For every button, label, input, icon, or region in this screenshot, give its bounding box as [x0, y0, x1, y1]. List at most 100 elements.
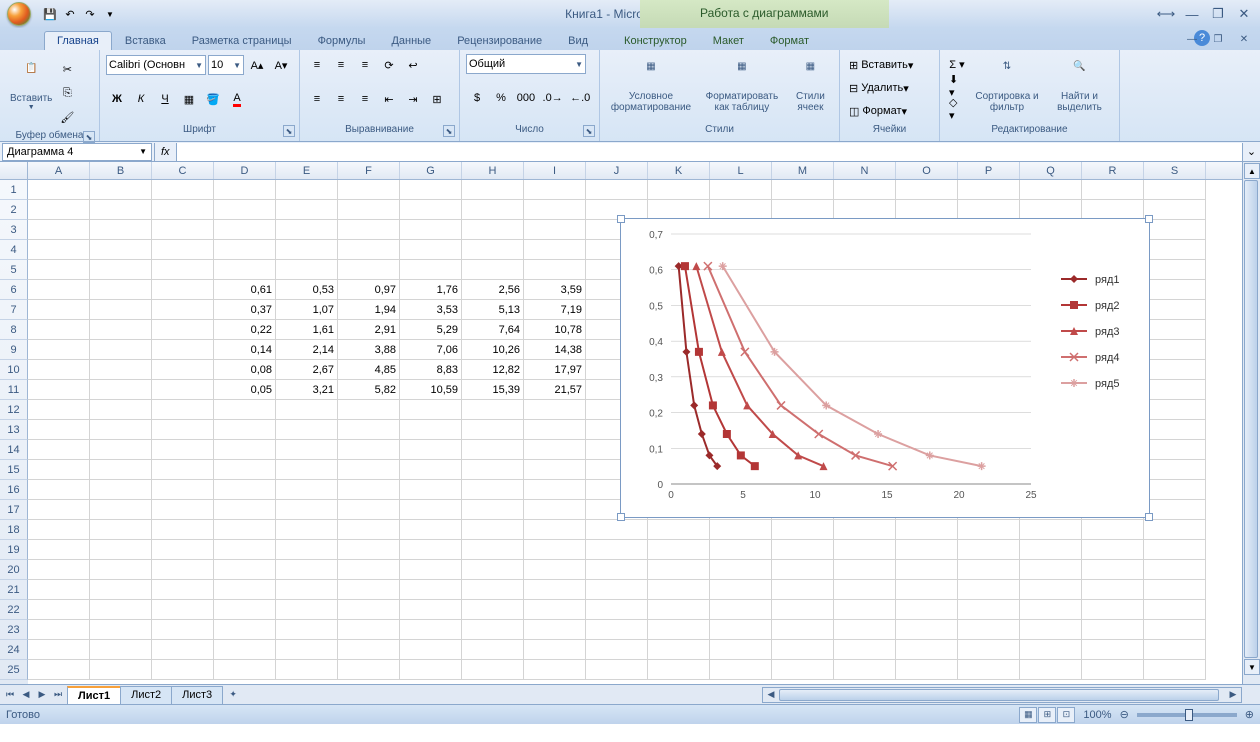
cell[interactable] — [28, 280, 90, 300]
cut-icon[interactable]: ✂ — [56, 58, 78, 80]
horizontal-scrollbar[interactable]: ◀ ▶ — [762, 687, 1242, 703]
align-bottom-icon[interactable]: ≡ — [354, 54, 376, 76]
row-header[interactable]: 14 — [0, 440, 28, 460]
column-header[interactable]: M — [772, 162, 834, 179]
cell[interactable] — [834, 620, 896, 640]
column-header[interactable]: O — [896, 162, 958, 179]
cell[interactable] — [276, 500, 338, 520]
cell[interactable] — [710, 600, 772, 620]
cell[interactable] — [90, 380, 152, 400]
cell[interactable] — [276, 580, 338, 600]
sheet-tab[interactable]: Лист1 — [67, 686, 121, 704]
cell[interactable] — [1020, 560, 1082, 580]
cell[interactable] — [1144, 540, 1206, 560]
cell[interactable] — [1144, 560, 1206, 580]
office-button[interactable] — [0, 0, 38, 28]
page-break-view-icon[interactable]: ⊡ — [1057, 707, 1075, 723]
cell[interactable] — [1020, 180, 1082, 200]
decrease-decimal-icon[interactable]: ←.0 — [567, 87, 593, 109]
row-header[interactable]: 7 — [0, 300, 28, 320]
cell[interactable] — [338, 520, 400, 540]
cell[interactable] — [338, 660, 400, 680]
cell[interactable] — [834, 540, 896, 560]
format-as-table-button[interactable]: ▦Форматировать как таблицу — [696, 54, 788, 120]
cell[interactable] — [152, 540, 214, 560]
cell[interactable] — [462, 400, 524, 420]
cell[interactable] — [524, 440, 586, 460]
cell[interactable] — [834, 200, 896, 220]
save-icon[interactable]: 💾 — [42, 6, 58, 22]
row-header[interactable]: 22 — [0, 600, 28, 620]
row-header[interactable]: 1 — [0, 180, 28, 200]
row-header[interactable]: 19 — [0, 540, 28, 560]
currency-icon[interactable]: $ — [466, 87, 488, 109]
cell[interactable] — [400, 580, 462, 600]
column-header[interactable]: A — [28, 162, 90, 179]
cell[interactable] — [710, 200, 772, 220]
cell[interactable] — [462, 220, 524, 240]
cell[interactable]: 10,59 — [400, 380, 462, 400]
cell[interactable] — [28, 360, 90, 380]
cell[interactable] — [648, 620, 710, 640]
cell[interactable] — [524, 260, 586, 280]
cell[interactable] — [28, 540, 90, 560]
expand-formula-bar-icon[interactable]: ⌄ — [1242, 143, 1260, 161]
cell[interactable]: 1,07 — [276, 300, 338, 320]
cell[interactable] — [28, 320, 90, 340]
cell[interactable] — [1144, 520, 1206, 540]
font-color-icon[interactable]: A — [226, 88, 248, 110]
cell[interactable] — [90, 540, 152, 560]
cell[interactable]: 0,22 — [214, 320, 276, 340]
cell[interactable] — [896, 560, 958, 580]
cell[interactable] — [276, 460, 338, 480]
cell[interactable]: 2,14 — [276, 340, 338, 360]
cell[interactable] — [276, 260, 338, 280]
cell[interactable] — [400, 400, 462, 420]
cell[interactable] — [710, 520, 772, 540]
cell[interactable] — [648, 200, 710, 220]
cell[interactable] — [152, 260, 214, 280]
cell[interactable] — [1144, 300, 1206, 320]
cell[interactable]: 2,67 — [276, 360, 338, 380]
cell[interactable] — [400, 460, 462, 480]
cell[interactable] — [462, 240, 524, 260]
cell[interactable] — [338, 480, 400, 500]
cell[interactable] — [462, 180, 524, 200]
cell[interactable] — [152, 240, 214, 260]
cell[interactable] — [462, 200, 524, 220]
launcher-icon[interactable]: ⬊ — [443, 125, 455, 137]
cell[interactable]: 0,97 — [338, 280, 400, 300]
cell[interactable] — [152, 660, 214, 680]
cell[interactable]: 0,61 — [214, 280, 276, 300]
cell[interactable] — [400, 500, 462, 520]
tab-Конструктор[interactable]: Конструктор — [611, 31, 700, 50]
cell[interactable] — [772, 200, 834, 220]
border-icon[interactable]: ▦ — [178, 88, 200, 110]
delete-cells-button[interactable]: ⊟ Удалить ▾ — [846, 77, 936, 99]
decrease-font-icon[interactable]: A▾ — [270, 54, 292, 76]
cell[interactable] — [648, 580, 710, 600]
font-size-combo[interactable]: 10▼ — [208, 55, 244, 75]
cell[interactable] — [524, 540, 586, 560]
cell[interactable] — [214, 180, 276, 200]
row-header[interactable]: 20 — [0, 560, 28, 580]
cell[interactable] — [90, 660, 152, 680]
cell[interactable] — [1082, 200, 1144, 220]
redo-icon[interactable]: ↷ — [82, 6, 98, 22]
cell[interactable] — [586, 180, 648, 200]
cell[interactable]: 3,21 — [276, 380, 338, 400]
cell[interactable] — [772, 600, 834, 620]
cell[interactable] — [958, 180, 1020, 200]
row-header[interactable]: 4 — [0, 240, 28, 260]
row-header[interactable]: 25 — [0, 660, 28, 680]
increase-decimal-icon[interactable]: .0→ — [540, 87, 566, 109]
cell[interactable]: 8,83 — [400, 360, 462, 380]
cell[interactable] — [1082, 560, 1144, 580]
row-header[interactable]: 21 — [0, 580, 28, 600]
cell[interactable] — [214, 220, 276, 240]
row-header[interactable]: 2 — [0, 200, 28, 220]
cell[interactable] — [400, 540, 462, 560]
cell[interactable] — [28, 600, 90, 620]
cell[interactable] — [152, 360, 214, 380]
tab-Формулы[interactable]: Формулы — [305, 31, 379, 50]
